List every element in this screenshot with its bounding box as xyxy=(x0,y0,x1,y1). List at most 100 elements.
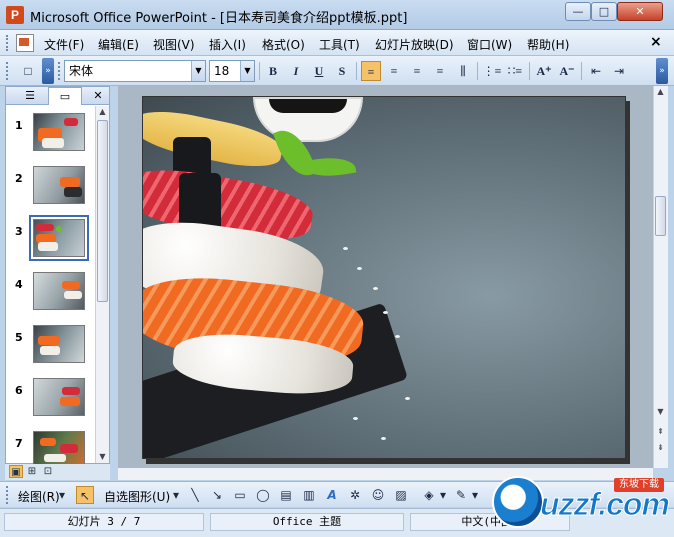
scroll-up-icon[interactable]: ▲ xyxy=(96,106,109,118)
autoshapes-menu-button[interactable]: 自选图形(U) xyxy=(104,488,170,505)
align-left-button[interactable]: ≡ xyxy=(361,61,381,81)
vertical-textbox-icon[interactable]: ▥ xyxy=(300,486,318,504)
slide-thumbnail[interactable] xyxy=(33,378,85,416)
menu-file[interactable]: 文件(F) xyxy=(44,36,84,53)
bullets-button[interactable]: ∷≡ xyxy=(505,61,525,81)
rectangle-tool-icon[interactable]: ▭ xyxy=(231,486,249,504)
title-bar: P Microsoft Office PowerPoint - [日本寿司美食介… xyxy=(0,0,674,30)
toolbar-grip[interactable] xyxy=(58,62,61,80)
italic-button[interactable]: I xyxy=(286,61,306,81)
fill-color-icon[interactable]: ◈ xyxy=(420,486,438,504)
font-size-select[interactable]: 18 ▼ xyxy=(209,60,255,82)
menu-view[interactable]: 视图(V) xyxy=(153,36,195,53)
toolbar-grip[interactable] xyxy=(6,35,9,51)
chevron-down-icon[interactable]: ▾ xyxy=(438,486,448,504)
chevron-down-icon[interactable]: ▾ xyxy=(470,486,480,504)
grow-font-button[interactable]: A⁺ xyxy=(534,61,554,81)
close-pane-icon[interactable]: ✕ xyxy=(90,87,106,105)
slide-number: 2 xyxy=(15,172,23,185)
scrollbar-thumb[interactable] xyxy=(97,120,108,302)
draw-menu-button[interactable]: 绘图(R) xyxy=(18,488,60,505)
slide-thumbnail-item[interactable]: 5 xyxy=(6,325,96,371)
select-objects-icon[interactable]: ↖ xyxy=(76,486,94,504)
align-center-button[interactable]: ≡ xyxy=(384,61,404,81)
minimize-button[interactable]: — xyxy=(565,2,591,21)
close-document-icon[interactable]: × xyxy=(650,34,662,50)
line-color-icon[interactable]: ✎ xyxy=(452,486,470,504)
chevron-down-icon[interactable]: ▼ xyxy=(240,61,254,81)
toolbar-options-icon[interactable]: » xyxy=(42,58,54,84)
chevron-down-icon[interactable]: ▼ xyxy=(191,61,205,81)
menu-tools[interactable]: 工具(T) xyxy=(319,36,360,53)
slide-thumbnail[interactable] xyxy=(33,166,85,204)
menu-edit[interactable]: 编辑(E) xyxy=(98,36,139,53)
shadow-button[interactable]: S xyxy=(332,61,352,81)
slide-thumbnail[interactable] xyxy=(33,272,85,310)
tab-outline[interactable]: ☰ xyxy=(14,87,46,105)
bold-button[interactable]: B xyxy=(263,61,283,81)
slide-thumbnail[interactable] xyxy=(33,113,85,151)
scrollbar-thumb[interactable] xyxy=(655,196,666,236)
oval-tool-icon[interactable]: ◯ xyxy=(254,486,272,504)
formatting-toolbar: □ » 宋体 ▼ 18 ▼ B I U S ≡ ≡ ≡ ≡ ⫼ ⋮≡ ∷≡ A⁺… xyxy=(0,56,674,86)
slide-thumbnail-item[interactable]: 3 xyxy=(6,215,96,265)
scroll-down-icon[interactable]: ▼ xyxy=(654,406,667,418)
current-slide[interactable] xyxy=(142,96,626,459)
slide-thumbnail-item[interactable]: 4 xyxy=(6,272,96,318)
pane-tabs: ☰ ▭ ✕ xyxy=(6,87,109,105)
previous-slide-icon[interactable]: ⇞ xyxy=(654,426,667,438)
powerpoint-app-icon[interactable]: P xyxy=(6,6,24,24)
decrease-indent-button[interactable]: ⇤ xyxy=(586,61,606,81)
toolbar-grip[interactable] xyxy=(6,486,9,504)
increase-indent-button[interactable]: ⇥ xyxy=(609,61,629,81)
textbox-tool-icon[interactable]: ▤ xyxy=(277,486,295,504)
insert-picture-icon[interactable]: ▨ xyxy=(392,486,410,504)
menu-format[interactable]: 格式(O) xyxy=(262,36,305,53)
shrink-font-button[interactable]: A⁻ xyxy=(557,61,577,81)
slide-thumbnail-item[interactable]: 1 xyxy=(6,113,96,159)
thumbnail-scrollbar[interactable]: ▲ ▼ xyxy=(95,106,109,463)
arrow-tool-icon[interactable]: ↘ xyxy=(208,486,226,504)
scroll-up-icon[interactable]: ▲ xyxy=(654,86,667,98)
soy-sauce-bowl xyxy=(253,97,363,142)
toolbar-separator xyxy=(477,62,478,80)
menu-bar: 文件(F) 编辑(E) 视图(V) 插入(I) 格式(O) 工具(T) 幻灯片放… xyxy=(0,30,674,56)
underline-button[interactable]: U xyxy=(309,61,329,81)
toolbar-options-icon[interactable]: » xyxy=(656,58,668,84)
normal-view-icon[interactable]: ▣ xyxy=(9,465,23,478)
chevron-down-icon[interactable]: ▾ xyxy=(56,486,68,504)
line-tool-icon[interactable]: ╲ xyxy=(186,486,204,504)
theme-name: Office 主题 xyxy=(210,513,404,531)
scroll-down-icon[interactable]: ▼ xyxy=(96,451,109,463)
toolbar-separator xyxy=(356,62,357,80)
font-name-select[interactable]: 宋体 ▼ xyxy=(64,60,206,82)
slide-thumbnail[interactable] xyxy=(33,325,85,363)
menu-help[interactable]: 帮助(H) xyxy=(527,36,569,53)
menu-slideshow[interactable]: 幻灯片放映(D) xyxy=(375,36,454,53)
next-slide-icon[interactable]: ⇟ xyxy=(654,442,667,454)
menu-window[interactable]: 窗口(W) xyxy=(467,36,512,53)
align-right-button[interactable]: ≡ xyxy=(407,61,427,81)
toolbar-grip[interactable] xyxy=(6,62,9,80)
tab-slides[interactable]: ▭ xyxy=(48,87,82,105)
diagram-icon[interactable]: ✲ xyxy=(346,486,364,504)
wordart-icon[interactable]: A xyxy=(323,486,341,504)
slideshow-icon[interactable]: ⊡ xyxy=(41,465,55,478)
slide-scrollbar[interactable]: ▲ ▼ ⇞ ⇟ xyxy=(653,86,668,468)
vertical-text-button[interactable]: ⫼ xyxy=(453,61,473,81)
slide-thumbnail-item[interactable]: 2 xyxy=(6,166,96,212)
slide-thumbnail-selected[interactable] xyxy=(29,215,89,261)
numbering-button[interactable]: ⋮≡ xyxy=(482,61,502,81)
distribute-button[interactable]: ≡ xyxy=(430,61,450,81)
slide-sorter-icon[interactable]: ⊞ xyxy=(25,465,39,478)
slides-pane: ☰ ▭ ✕ 1 2 3 4 5 6 7 ▲ ▼ xyxy=(5,86,110,469)
menu-insert[interactable]: 插入(I) xyxy=(209,36,246,53)
chevron-down-icon[interactable]: ▾ xyxy=(170,486,182,504)
new-document-icon[interactable]: □ xyxy=(18,61,38,81)
document-icon[interactable] xyxy=(16,34,34,52)
clipart-icon[interactable]: ☺ xyxy=(369,486,387,504)
font-name-value: 宋体 xyxy=(69,64,94,78)
slide-thumbnail-item[interactable]: 6 xyxy=(6,378,96,424)
close-button[interactable]: ✕ xyxy=(617,2,663,21)
maximize-button[interactable]: □ xyxy=(591,2,617,21)
